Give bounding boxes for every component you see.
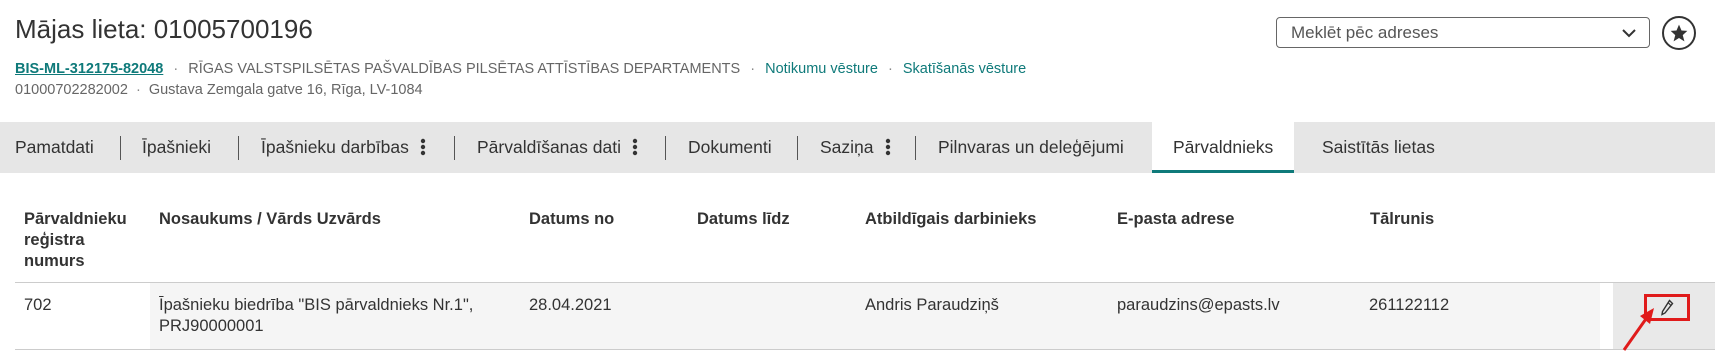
chevron-down-icon [1622, 29, 1636, 38]
tab-divider [238, 136, 239, 160]
column-header-phone: Tālrunis [1370, 210, 1435, 228]
tab-ipasnieku-darbibas[interactable]: Īpašnieku darbības [261, 122, 427, 173]
annotation-arrow-icon [1622, 308, 1654, 351]
tab-label: Pamatdati [15, 137, 94, 157]
pencil-icon [1661, 298, 1674, 316]
page-title: Mājas lieta: 01005700196 [15, 14, 313, 44]
cell-phone: 261122112 [1369, 296, 1450, 314]
case-id-link[interactable]: BIS-ML-312175-82048 [15, 61, 163, 77]
tab-sazina[interactable]: Saziņa [820, 122, 892, 173]
cell-email: paraudzins@epasts.lv [1117, 296, 1280, 314]
tab-divider [665, 136, 666, 160]
tab-divider [454, 136, 455, 160]
cell-date-from: 28.04.2021 [529, 296, 612, 314]
tab-label: Saziņa [820, 137, 874, 157]
cell-name: Īpašnieku biedrība "BIS pārvaldnieks Nr.… [159, 295, 473, 337]
separator-dot: · [750, 61, 756, 77]
tab-divider [797, 136, 798, 160]
separator-dot: · [135, 82, 141, 98]
tab-bar: Pamatdati Īpašnieki Īpašnieku darbības P… [0, 122, 1715, 173]
tab-ipasnieki[interactable]: Īpašnieki [142, 122, 211, 173]
search-placeholder: Meklēt pēc adreses [1291, 23, 1439, 42]
column-header-reg-number: Pārvaldnieku reģistra numurs [24, 210, 127, 270]
address-line: 01000702282002 · Gustava Zemgala gatve 1… [15, 82, 423, 98]
column-header-date-from: Datums no [529, 210, 615, 228]
property-address: Gustava Zemgala gatve 16, Rīga, LV-1084 [148, 82, 423, 98]
cell-responsible: Andris Paraudziņš [865, 296, 999, 314]
case-meta-line: BIS-ML-312175-82048 · RĪGAS VALSTSPILSĒT… [15, 61, 1026, 77]
star-icon [1670, 24, 1688, 42]
cell-reg-number: 702 [24, 296, 52, 314]
view-history-link[interactable]: Skatīšanās vēsture [903, 61, 1026, 77]
department-name: RĪGAS VALSTSPILSĒTAS PAŠVALDĪBAS PILSĒTA… [188, 61, 741, 77]
tab-pamatdati[interactable]: Pamatdati [15, 122, 94, 173]
event-history-link[interactable]: Notikumu vēsture [765, 61, 878, 77]
tab-label: Pārvaldīšanas dati [477, 137, 621, 157]
table-divider [15, 349, 1715, 350]
tab-label: Īpašnieku darbības [261, 137, 409, 157]
more-menu-icon[interactable] [419, 138, 427, 156]
column-header-responsible: Atbildīgais darbinieks [865, 210, 1037, 228]
cadastre-number: 01000702282002 [15, 82, 128, 98]
tab-label: Pilnvaras un deleģējumi [938, 137, 1124, 157]
more-menu-icon[interactable] [884, 138, 892, 156]
column-header-date-to: Datums līdz [697, 210, 790, 228]
tab-label: Īpašnieki [142, 137, 212, 157]
tab-parvaldnieks[interactable]: Pārvaldnieks [1152, 122, 1295, 173]
tab-dokumenti[interactable]: Dokumenti [688, 122, 772, 173]
tab-label: Saistītās lietas [1322, 137, 1435, 157]
more-menu-icon[interactable] [631, 138, 639, 156]
cell-name-line1: Īpašnieku biedrība "BIS pārvaldnieks Nr.… [159, 296, 474, 314]
separator-dot: · [887, 61, 893, 77]
separator-dot: · [173, 61, 179, 77]
tab-saistitas-lietas[interactable]: Saistītās lietas [1322, 122, 1435, 173]
tab-divider [915, 136, 916, 160]
tab-label: Dokumenti [688, 137, 772, 157]
favorite-button[interactable] [1662, 16, 1696, 50]
tab-divider [120, 136, 121, 160]
cell-name-line2: PRJ90000001 [159, 317, 264, 335]
tab-pilnvaras[interactable]: Pilnvaras un deleģējumi [938, 122, 1124, 173]
tab-parvaldisanas-dati[interactable]: Pārvaldīšanas dati [477, 122, 639, 173]
column-header-name: Nosaukums / Vārds Uzvārds [159, 210, 381, 228]
tab-label: Pārvaldnieks [1173, 137, 1274, 157]
column-header-email: E-pasta adrese [1117, 210, 1235, 228]
address-search-select[interactable]: Meklēt pēc adreses [1276, 17, 1650, 48]
